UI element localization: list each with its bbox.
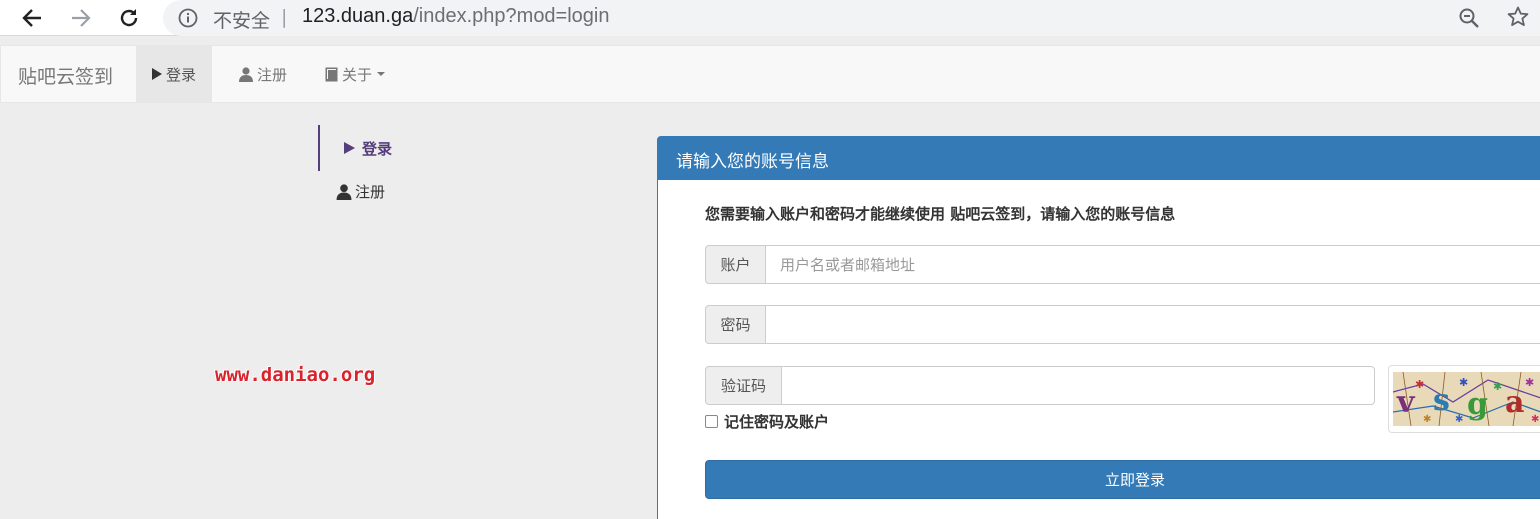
nav-login-label: 登录 [166,65,197,84]
panel-description: 您需要输入账户和密码才能继续使用 贴吧云签到，请输入您的账号信息 [705,205,1176,223]
user-icon [336,183,352,200]
login-panel: 请输入您的账号信息 您需要输入账户和密码才能继续使用 贴吧云签到，请输入您的账号… [657,136,1540,519]
svg-text:✱: ✱ [1423,414,1431,425]
account-input[interactable] [766,245,1540,284]
watermark-text: www.daniao.org [215,364,376,386]
sidenav-login-label: 登录 [362,139,393,158]
svg-text:✱: ✱ [1531,414,1539,425]
nav-login[interactable]: 登录 [136,46,213,102]
address-bar[interactable]: 不安全 | 123.duan.ga/index.php?mod=login [163,0,1540,36]
login-submit-button[interactable]: 立即登录 [705,460,1540,499]
remember-label: 记住密码及账户 [724,413,830,431]
svg-text:v: v [1396,385,1416,420]
security-status: 不安全 [213,10,271,32]
bookmark-star-icon[interactable] [1506,5,1530,33]
brand-link[interactable]: 贴吧云签到 [18,62,113,89]
site-navbar: 贴吧云签到 登录 注册 关于 [0,45,1540,103]
account-input-group: 账户 [705,245,1540,284]
svg-text:✱: ✱ [1459,376,1468,389]
browser-toolbar: 不安全 | 123.duan.ga/index.php?mod=login [0,0,1540,36]
account-label: 账户 [705,245,766,284]
play-icon [152,68,162,80]
captcha-input-group: 验证码 [705,366,1375,405]
svg-text:✱: ✱ [1455,414,1463,425]
nav-register-label: 注册 [257,65,288,84]
nav-register[interactable]: 注册 [223,46,303,102]
password-label: 密码 [705,305,766,344]
security-separator: | [281,6,288,28]
svg-text:✱: ✱ [1415,378,1424,391]
url-text[interactable]: 123.duan.ga/index.php?mod=login [302,5,610,28]
forward-arrow-icon [72,9,91,27]
nav-about-label: 关于 [342,65,373,84]
panel-title: 请输入您的账号信息 [658,137,1540,180]
sidenav-register-label: 注册 [355,183,386,201]
captcha-input[interactable] [782,366,1375,405]
svg-text:g: g [1467,387,1488,422]
nav-about-dropdown[interactable]: 关于 [309,46,401,102]
url-host: 123.duan.ga [302,5,414,27]
back-button[interactable] [17,3,47,33]
reload-button[interactable] [114,3,144,33]
svg-text:✱: ✱ [1493,380,1502,393]
url-path: /index.php?mod=login [413,5,610,27]
svg-text:a: a [1505,385,1524,420]
sidenav-login[interactable]: 登录 [318,125,392,171]
caret-down-icon [377,72,386,76]
forward-button[interactable] [66,3,96,33]
svg-text:s: s [1433,383,1450,418]
user-icon [239,66,253,82]
captcha-image[interactable]: v s g a ✱ ✱ ✱ ✱ ✱ ✱ ✱ [1388,365,1540,433]
sidenav-register[interactable]: 注册 [336,181,385,202]
captcha-picture: v s g a ✱ ✱ ✱ ✱ ✱ ✱ ✱ [1392,371,1540,427]
password-input[interactable] [766,305,1540,344]
zoom-icon[interactable] [1457,6,1481,34]
checkbox-box[interactable] [705,415,718,428]
remember-checkbox[interactable]: 记住密码及账户 [705,411,829,432]
info-icon[interactable] [177,7,199,33]
captcha-label: 验证码 [705,366,782,405]
svg-text:✱: ✱ [1525,376,1534,389]
reload-icon [120,9,138,27]
book-icon [325,67,338,82]
back-arrow-icon [22,9,41,27]
password-input-group: 密码 [705,305,1540,344]
play-icon [344,142,355,154]
